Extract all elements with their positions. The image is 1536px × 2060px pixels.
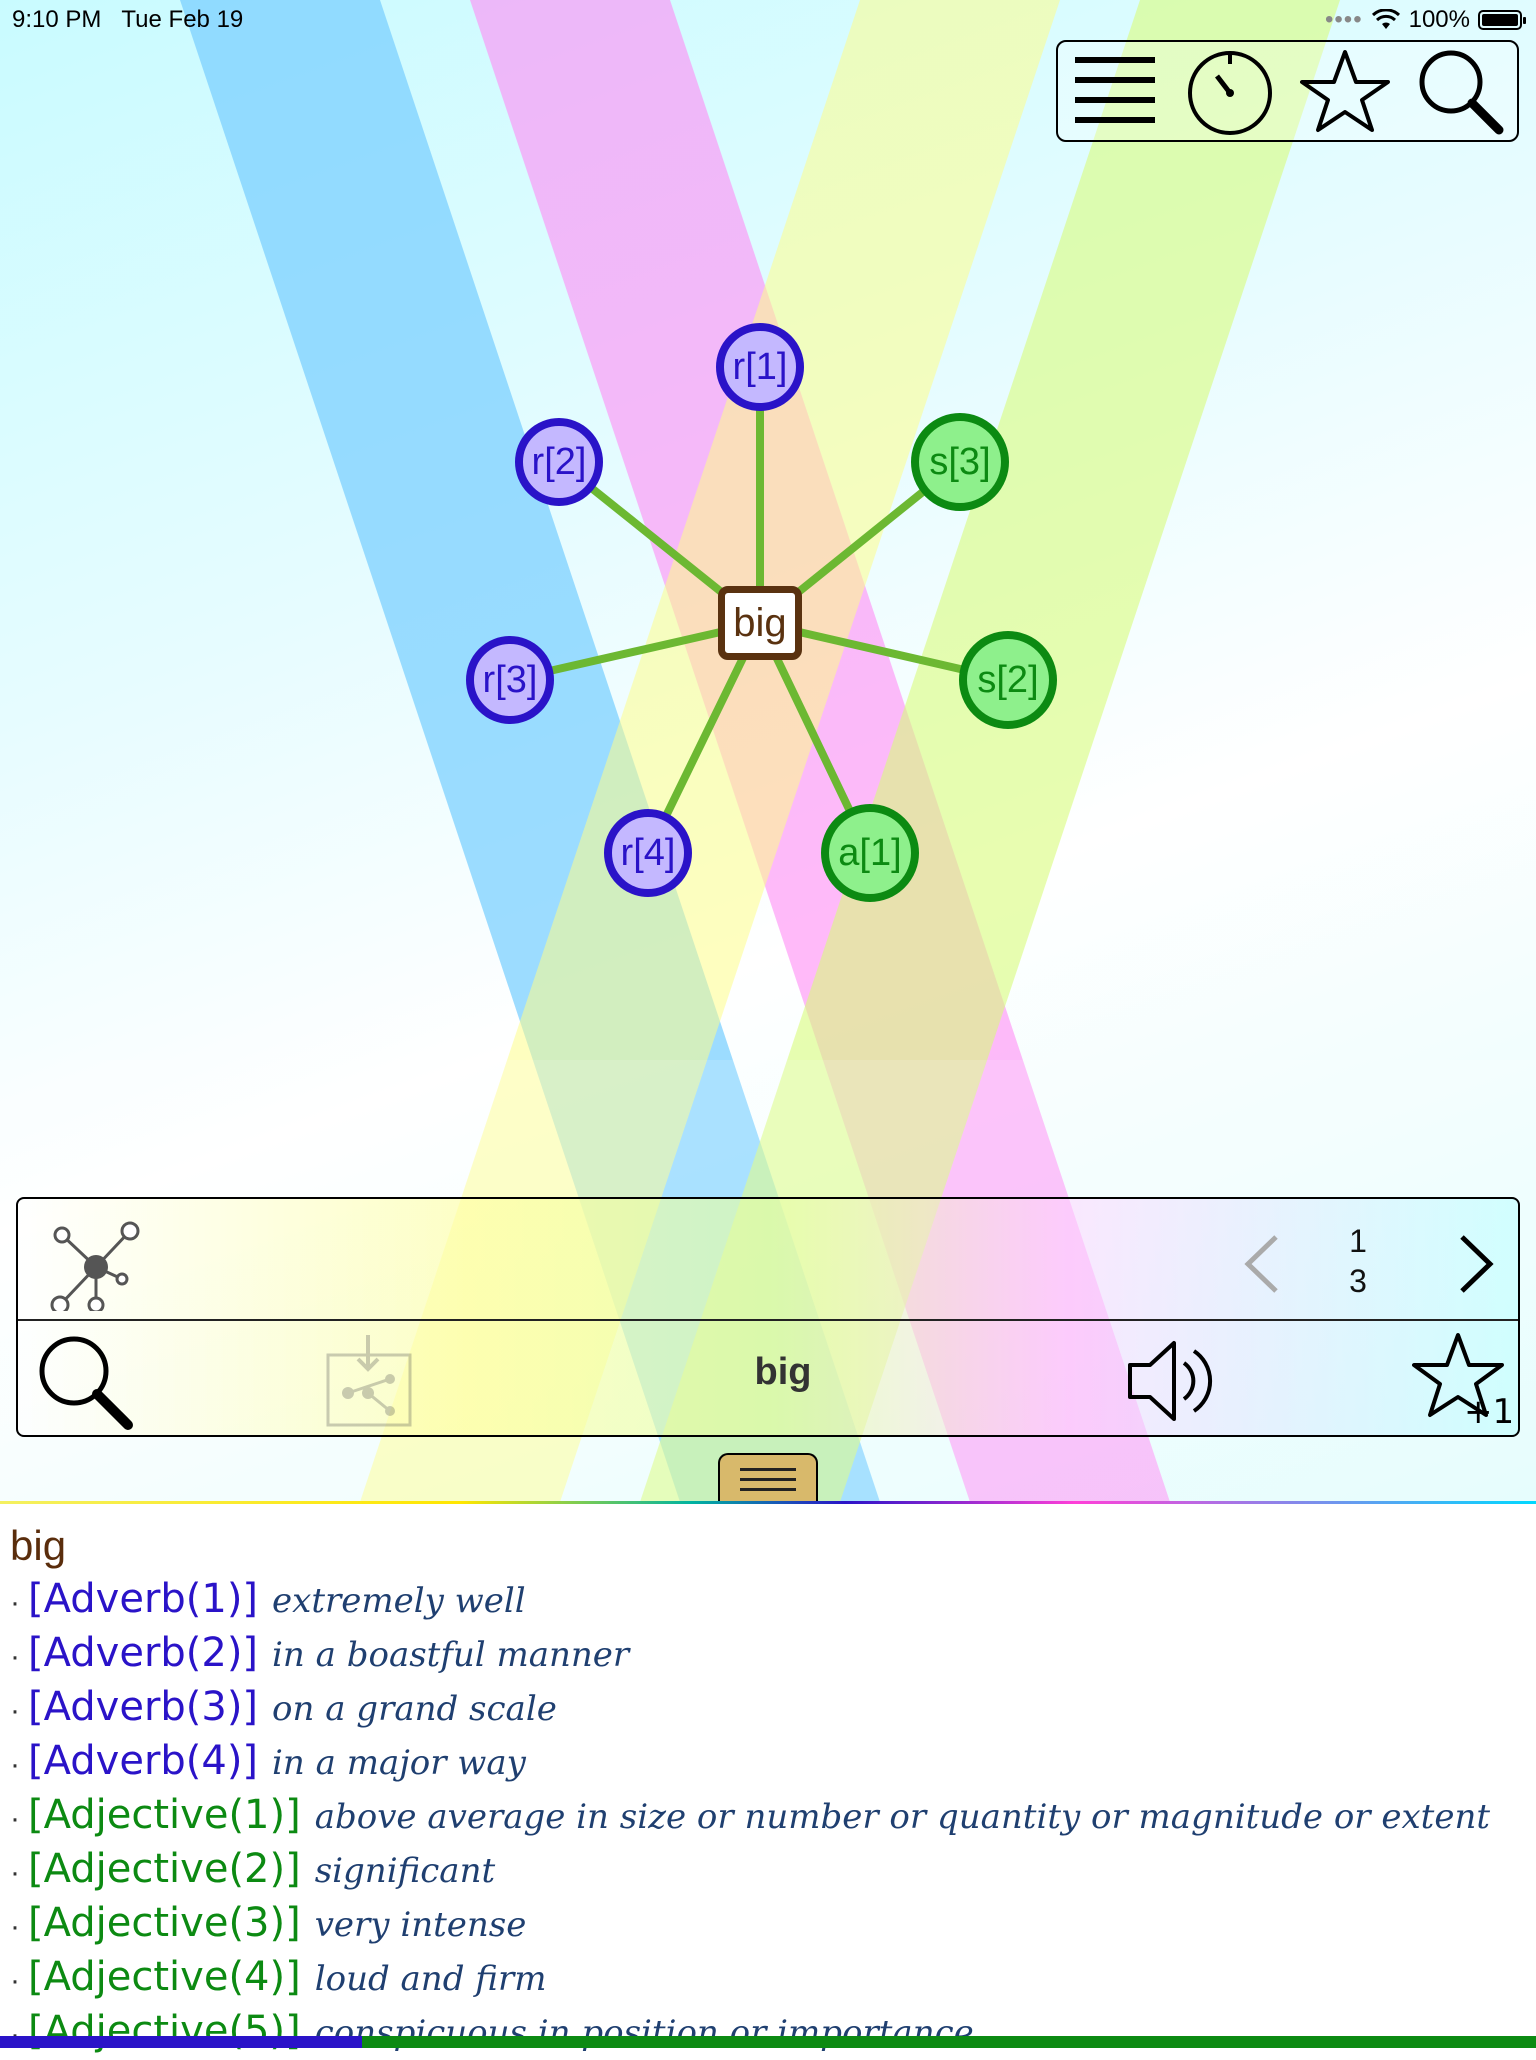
definition-headword: big [10, 1522, 67, 1569]
sense-tag[interactable]: [Adjective(1)] [28, 1792, 301, 1838]
definition-row[interactable]: · [Adjective(2)] significant [10, 1844, 1520, 1898]
sense-tag[interactable]: [Adverb(1)] [28, 1576, 258, 1622]
add-favorite-button[interactable]: +1 [1412, 1331, 1514, 1432]
prev-page-button[interactable] [1230, 1229, 1300, 1299]
chevron-left-icon [1244, 1235, 1278, 1293]
panel-drag-handle[interactable] [718, 1453, 818, 1502]
chevron-right-icon [1460, 1235, 1494, 1293]
definition-row[interactable]: · [Adjective(5)] conspicuous in position o… [10, 2006, 1520, 2060]
word-graph: r[1] r[2] r[3] r[4] s[3] s[2] a[1] big [0, 0, 1536, 1200]
definition-row[interactable]: · [Adjective(3)] very intense [10, 1898, 1520, 1952]
page-current: 1 [1349, 1223, 1367, 1259]
sense-gloss: significant [314, 1851, 496, 1891]
pronounce-button[interactable] [1124, 1333, 1224, 1429]
graph-view-button[interactable] [32, 1211, 142, 1315]
control-panel-top-row: 1 3 [18, 1199, 1518, 1321]
sense-tag[interactable]: [Adjective(4)] [28, 1954, 301, 2000]
star-plus-one-icon: +1 [1412, 1333, 1514, 1432]
graph-node-r4[interactable]: r[4] [604, 809, 692, 897]
download-graph-icon [326, 1335, 412, 1427]
definition-row[interactable]: · [Adjective(4)] loud and firm [10, 1952, 1520, 2006]
sense-tag[interactable]: [Adverb(3)] [28, 1684, 258, 1730]
graph-node-r3[interactable]: r[3] [466, 636, 554, 724]
import-graph-button[interactable] [324, 1335, 418, 1429]
sense-distribution-bar [0, 2036, 1536, 2048]
sense-tag[interactable]: [Adjective(3)] [28, 1900, 301, 1946]
control-panel: 1 3 big +1 [16, 1197, 1520, 1437]
sense-gloss: in a major way [272, 1743, 526, 1783]
sense-tag[interactable]: [Adverb(2)] [28, 1630, 258, 1676]
definition-row[interactable]: · [Adverb(3)] on a grand scale [10, 1682, 1520, 1736]
definitions-panel[interactable]: big · [Adverb(1)] extremely well · [Adverb(… [10, 1522, 1520, 2060]
graph-canvas[interactable]: 9:10 PM Tue Feb 19 •••• 100% r[1] r[2] r… [0, 0, 1536, 1502]
sense-gloss: above average in size or number or quant… [314, 1797, 1491, 1837]
panel-divider [0, 1501, 1536, 1504]
graph-center-node[interactable]: big [718, 586, 802, 660]
definition-row[interactable]: · [Adjective(1)] above average in size or … [10, 1790, 1520, 1844]
adjective-segment [362, 2036, 1536, 2048]
definition-row[interactable]: · [Adverb(1)] extremely well [10, 1574, 1520, 1628]
page-indicator: 1 3 [1328, 1221, 1388, 1301]
sense-tag[interactable]: [Adjective(2)] [28, 1846, 301, 1892]
sense-gloss: very intense [314, 1905, 527, 1945]
sense-tag[interactable]: [Adverb(4)] [28, 1738, 258, 1784]
svg-text:+1: +1 [1464, 1392, 1512, 1431]
page-total: 3 [1349, 1263, 1367, 1299]
definition-row[interactable]: · [Adverb(2)] in a boastful manner [10, 1628, 1520, 1682]
sense-gloss: loud and firm [314, 1959, 547, 1999]
sense-gloss: extremely well [272, 1581, 526, 1621]
current-word-label: big [754, 1351, 812, 1393]
graph-node-r1[interactable]: r[1] [716, 323, 804, 411]
speaker-icon [1128, 1341, 1213, 1421]
next-page-button[interactable] [1438, 1229, 1508, 1299]
control-panel-bottom-row: big +1 [18, 1321, 1518, 1435]
sense-gloss: in a boastful manner [272, 1635, 630, 1675]
network-graph-icon [50, 1221, 140, 1315]
graph-node-s3[interactable]: s[3] [911, 413, 1009, 511]
word-search-button[interactable] [34, 1331, 134, 1431]
graph-node-r2[interactable]: r[2] [515, 418, 603, 506]
sense-gloss: on a grand scale [272, 1689, 557, 1729]
search-icon [39, 1336, 133, 1430]
graph-node-s2[interactable]: s[2] [959, 631, 1057, 729]
graph-node-a1[interactable]: a[1] [821, 804, 919, 902]
adverb-segment [0, 2036, 362, 2048]
definition-row[interactable]: · [Adverb(4)] in a major way [10, 1736, 1520, 1790]
